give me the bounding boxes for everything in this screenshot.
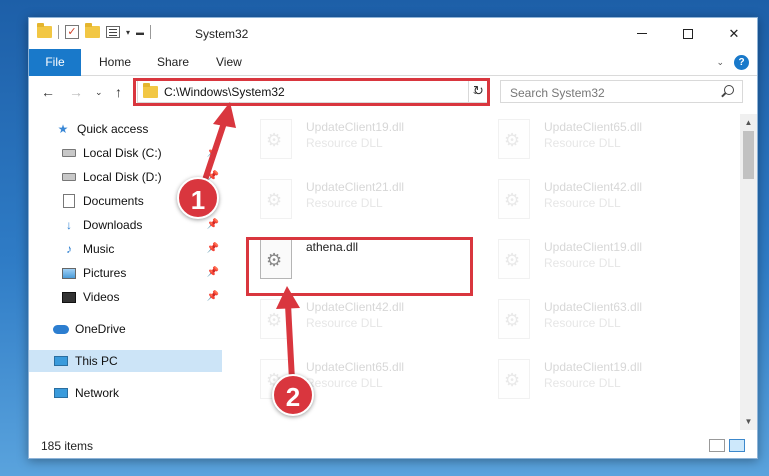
annotation-arrows <box>200 102 300 383</box>
arrow-two <box>276 286 300 383</box>
callout-badge-2: 2 <box>272 374 314 416</box>
callout-badge-1: 1 <box>177 177 219 219</box>
arrow-one <box>200 102 236 189</box>
